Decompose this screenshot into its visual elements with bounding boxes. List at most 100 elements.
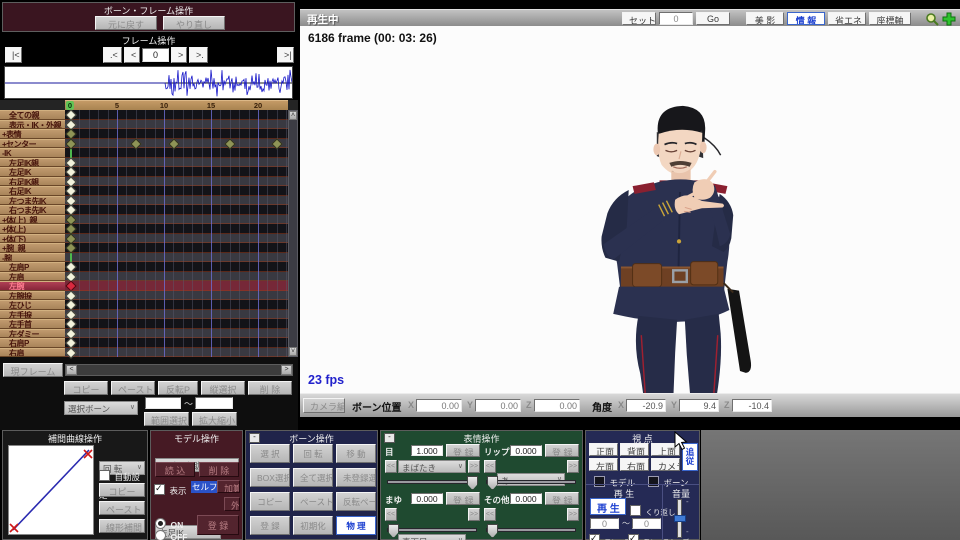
timeline-row[interactable] (64, 308, 288, 321)
bone-op-flip-paste-button[interactable]: 反転ペースト (336, 492, 376, 511)
timeline-row[interactable] (64, 137, 288, 150)
timeline-row[interactable] (64, 270, 288, 283)
face-eye-slider-handle[interactable] (467, 476, 478, 490)
timeline-row[interactable] (65, 148, 288, 158)
timeline-row[interactable] (64, 156, 288, 169)
face-lip-register-button[interactable]: 登 録 (545, 444, 579, 457)
character-model[interactable] (545, 101, 815, 393)
interp-curve-canvas[interactable] (8, 445, 94, 535)
interp-paste-button[interactable]: ペースト (99, 501, 145, 515)
magnifier-icon[interactable] (925, 12, 939, 26)
bone-name-item[interactable]: +体(下) (0, 233, 65, 243)
face-other-value[interactable] (510, 493, 542, 504)
frame-first-button[interactable]: |< (5, 47, 22, 63)
timeline-row[interactable] (64, 327, 288, 340)
view-right-button[interactable]: 右面 (620, 458, 649, 471)
interp-copy-button[interactable]: コピー (99, 483, 145, 497)
timeline-vscrollbar[interactable]: ˄ ˅ (288, 110, 298, 357)
current-frame-button[interactable]: 現フレーム (3, 363, 63, 377)
face-brow-value[interactable] (411, 493, 443, 504)
range-from-input[interactable] (145, 397, 181, 409)
frame-next-button[interactable]: > (171, 47, 187, 63)
bone-op-rotate-button[interactable]: 回 転 (293, 444, 333, 463)
frame-prev-key-button[interactable]: .< (103, 47, 122, 63)
timeline-row[interactable] (64, 318, 288, 330)
bone-op-move-button[interactable]: 移 動 (336, 444, 376, 463)
bone-name-item[interactable]: 全ての親 (0, 110, 65, 120)
view-left-button[interactable]: 左面 (589, 458, 618, 471)
rot-y-input[interactable] (679, 399, 719, 412)
range-to-input[interactable] (195, 397, 233, 409)
pos-x-input[interactable] (416, 399, 462, 412)
model-add-button[interactable]: 加算 (217, 480, 240, 493)
bone-op-unregistered-select-button[interactable]: 未登録選 (336, 468, 376, 487)
bone-name-item[interactable]: -IK (0, 148, 65, 158)
timeline-row[interactable] (64, 213, 288, 226)
timeline-row[interactable] (64, 118, 288, 131)
play-button[interactable]: 再 生 (590, 498, 626, 515)
frame-prev-button[interactable]: < (124, 47, 140, 63)
bone-name-item[interactable]: 左腕 (0, 281, 65, 291)
bone-name-item[interactable]: 右肩 (0, 347, 65, 357)
view-model-checkbox-box[interactable] (594, 476, 605, 487)
timeline-ruler[interactable]: 0 5 10 15 20 (65, 100, 288, 110)
timeline-row[interactable] (64, 289, 288, 302)
add-plus-icon[interactable] (942, 12, 956, 26)
bone-op-register-button[interactable]: 登 録 (250, 516, 290, 535)
bone-name-item[interactable]: 左ひじ (0, 300, 65, 310)
timeline-row[interactable] (64, 194, 288, 207)
frame-next-key-button[interactable]: >. (189, 47, 208, 63)
bone-name-item[interactable]: 左肩P (0, 262, 65, 272)
render-canvas[interactable]: 6186 frame (00: 03: 26) 23 fps (300, 26, 960, 393)
range-select-button[interactable]: 範囲選択 (144, 412, 189, 426)
face-eye-value[interactable] (411, 445, 443, 456)
face-brow-dropdown[interactable]: 真面目 (398, 534, 466, 540)
face-other-prev-button[interactable]: << (484, 508, 496, 521)
bone-op-select-all-button[interactable]: 全て選択 (293, 468, 333, 487)
repeat-checkbox-box[interactable] (630, 505, 641, 516)
frame-number-input[interactable] (142, 48, 169, 62)
outer-parent-button[interactable]: 外 (224, 497, 240, 511)
face-brow-slider[interactable] (387, 524, 477, 538)
view-camera-button[interactable]: カメラ (651, 458, 680, 471)
bone-name-item[interactable]: 左肩 (0, 271, 65, 281)
bone-op-paste-button[interactable]: ペースト (293, 492, 333, 511)
axis-toggle[interactable]: 座標軸 (869, 12, 911, 25)
face-minimize-button[interactable]: - (384, 433, 395, 443)
rot-x-input[interactable] (626, 399, 666, 412)
select-bone-dropdown[interactable]: 選択ボーン (64, 401, 138, 415)
face-eye-register-button[interactable]: 登 録 (446, 444, 480, 457)
display-checkbox-box[interactable] (154, 483, 165, 495)
bone-name-item[interactable]: 表示・IK・外親 (0, 119, 65, 129)
bone-name-item[interactable]: 左ダミー (0, 328, 65, 338)
pos-y-input[interactable] (475, 399, 521, 412)
model-register-button[interactable]: 登 録 (197, 515, 239, 535)
view-back-button[interactable]: 背面 (620, 443, 649, 456)
bone-name-item[interactable]: +体(上) (0, 224, 65, 234)
bone-name-item[interactable]: 左手捩 (0, 309, 65, 319)
bone-name-item[interactable]: 左足IK親 (0, 157, 65, 167)
bone-name-item[interactable]: +センター (0, 138, 65, 148)
view-bone-checkbox-box[interactable] (648, 476, 659, 487)
autoset-checkbox-box[interactable] (99, 470, 110, 481)
eco-toggle[interactable]: 省エネ (828, 12, 866, 25)
bone-op-physics-button[interactable]: 物 理 (336, 516, 376, 535)
copy-button[interactable]: コピー (64, 381, 108, 395)
timeline-row[interactable] (64, 204, 288, 216)
face-other-slider[interactable] (486, 524, 576, 538)
camera-edit-button[interactable]: カメラ編 (303, 398, 345, 413)
timeline-row[interactable] (64, 280, 288, 292)
bone-name-item[interactable]: 右肩P (0, 338, 65, 348)
volume-slider[interactable] (674, 499, 686, 538)
face-eye-dropdown[interactable]: まばたき (398, 460, 466, 473)
face-lip-value[interactable] (510, 445, 542, 456)
scroll-left-icon[interactable]: < (66, 365, 77, 375)
play-from-input[interactable] (590, 518, 619, 529)
bone-name-item[interactable]: +体(上)_親 (0, 214, 65, 224)
delete-button[interactable]: 削 除 (248, 381, 292, 395)
rot-z-input[interactable] (732, 399, 772, 412)
timeline-row[interactable] (64, 337, 288, 349)
bone-name-item[interactable]: 右足IK (0, 186, 65, 196)
scale-button[interactable]: 拡大縮小 (192, 412, 237, 426)
face-lip-prev-button[interactable]: << (484, 460, 496, 473)
